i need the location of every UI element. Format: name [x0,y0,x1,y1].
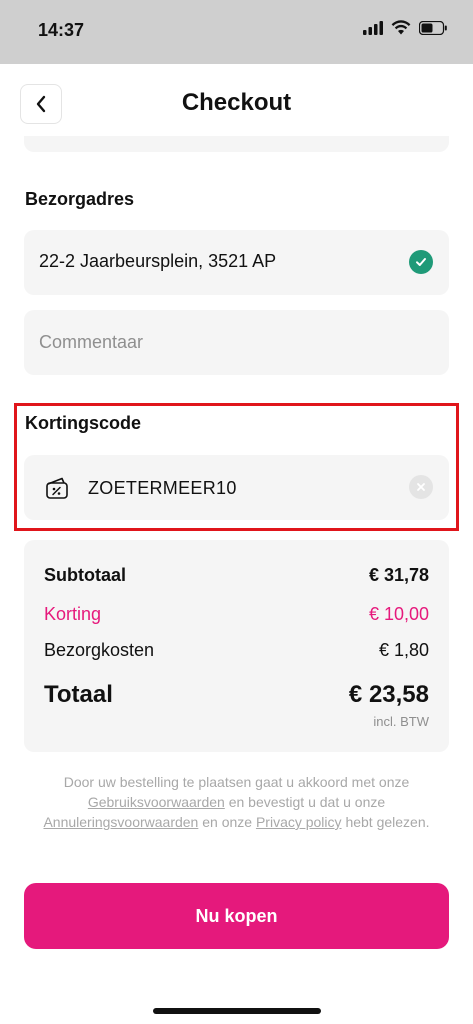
page-title: Checkout [181,89,292,116]
comment-placeholder: Commentaar [39,332,144,352]
privacy-policy-link[interactable]: Privacy policy [256,814,342,830]
delivery-address-label: Bezorgadres [25,189,135,209]
status-bar: 14:37 [0,0,473,64]
discount-value: € 10,00 [368,604,429,624]
vat-note: incl. BTW [373,714,429,729]
subtotal-label: Subtotaal [44,565,127,585]
legal-text-1: Door uw bestelling te plaatsen gaat u ak… [63,774,410,790]
subtotal-value: € 31,78 [368,565,429,585]
address-field[interactable]: 22-2 Jaarbeursplein, 3521 AP [24,230,449,295]
cancellation-policy-link[interactable]: Annuleringsvoorwaarden [43,814,198,830]
check-circle-icon [409,250,433,274]
legal-notice: Door uw bestelling te plaatsen gaat u ak… [40,772,433,832]
status-time: 14:37 [38,20,85,40]
battery-icon [419,20,447,35]
comment-field[interactable]: Commentaar [24,310,449,375]
legal-text-3: en onze [202,814,253,830]
legal-text-4: hebt gelezen. [345,814,430,830]
total-value: € 23,58 [348,681,429,708]
legal-text-2: en bevestigt u dat u onze [228,794,386,810]
discount-code-value: ZOETERMEER10 [88,478,237,498]
discount-code-field[interactable]: ZOETERMEER10 [24,455,449,520]
cellular-signal-icon [363,20,383,35]
buy-now-button[interactable]: Nu kopen [24,883,449,949]
order-summary: Subtotaal € 31,78 Korting € 10,00 Bezorg… [24,540,449,752]
close-circle-icon[interactable] [409,475,433,499]
status-icons [363,20,447,35]
total-row: Totaal € 23,58 [44,681,429,709]
discount-code-label: Kortingscode [25,413,142,433]
previous-card-edge [24,136,449,152]
terms-link[interactable]: Gebruiksvoorwaarden [88,794,225,810]
discount-row: Korting € 10,00 [44,604,429,625]
total-label: Totaal [44,681,113,708]
coupon-icon [44,475,70,506]
home-indicator[interactable] [153,1008,321,1014]
subtotal-row: Subtotaal € 31,78 [44,565,429,586]
delivery-cost-label: Bezorgkosten [44,640,155,660]
discount-label: Korting [44,604,102,624]
wifi-icon [391,20,411,35]
address-value: 22-2 Jaarbeursplein, 3521 AP [39,251,277,271]
delivery-cost-value: € 1,80 [378,640,429,660]
delivery-cost-row: Bezorgkosten € 1,80 [44,640,429,661]
